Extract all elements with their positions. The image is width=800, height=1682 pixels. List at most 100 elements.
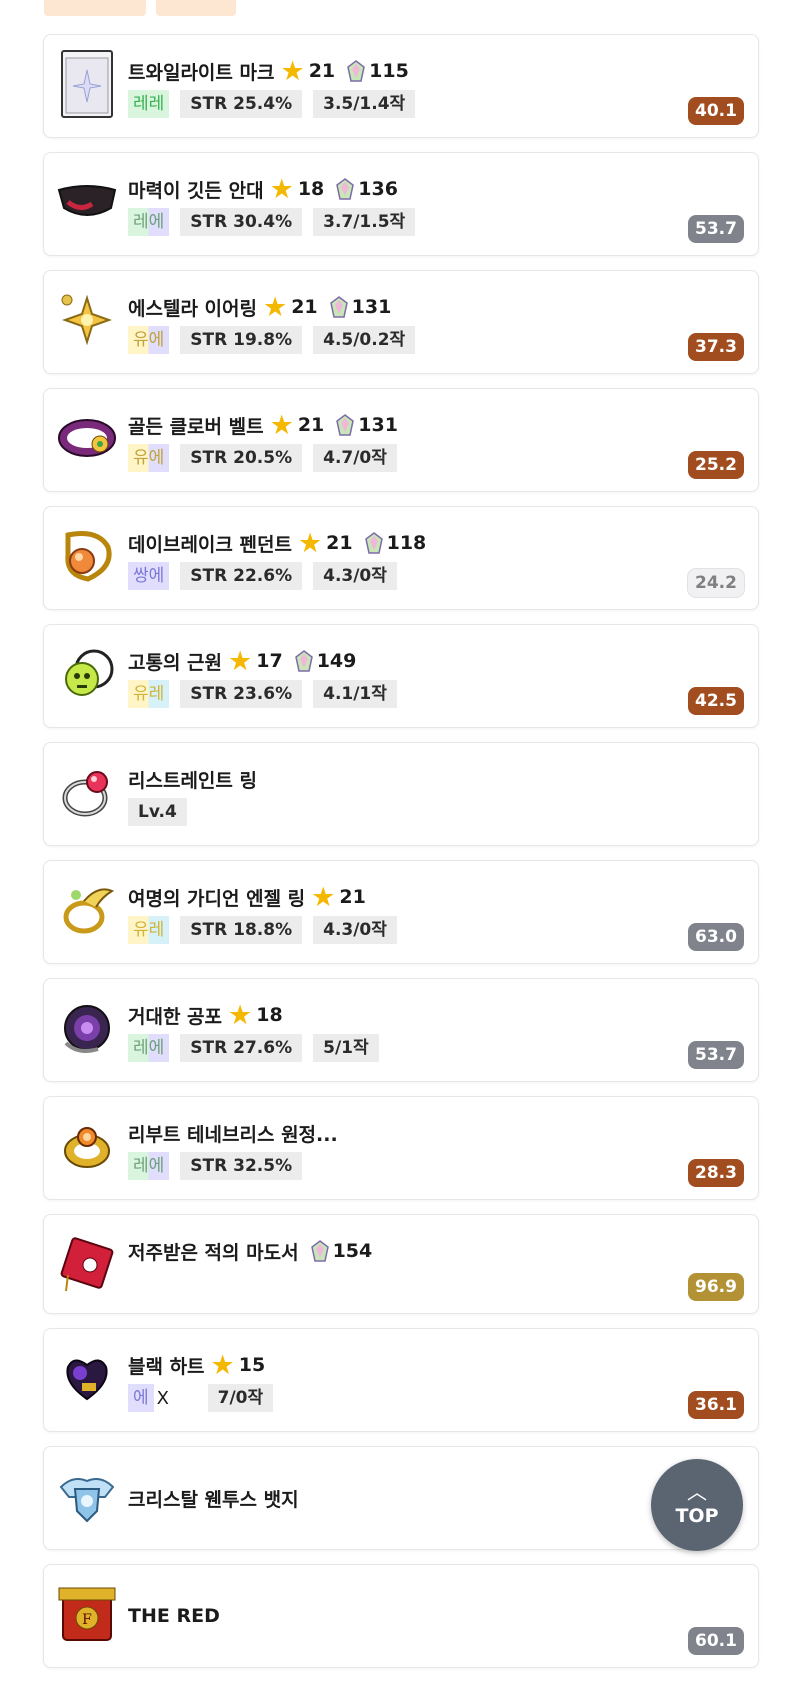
- score-badge: 28.3: [688, 1159, 744, 1187]
- potential-grade-badge: 레에: [128, 1034, 170, 1062]
- equipment-card[interactable]: 리부트 테네브리스 원정... 레에 STR 32.5% 28.3: [43, 1096, 759, 1200]
- svg-text:F: F: [82, 1612, 92, 1628]
- equipment-card[interactable]: 고통의 근원 ★ 17 149 유레 STR 23.6% 4.1/1작 42.5: [43, 624, 759, 728]
- cursed-spellbook-icon: [56, 1233, 118, 1295]
- tab-partial[interactable]: [156, 0, 236, 16]
- item-tag-row: 유에 STR 19.8% 4.5/0.2작: [128, 326, 416, 354]
- score-badge: 53.7: [688, 1041, 744, 1069]
- restraint-ring-icon: [56, 761, 118, 823]
- item-tag-row: 레레 STR 25.4% 3.5/1.4작: [128, 90, 416, 118]
- potential-grade-badge: 유에: [128, 444, 170, 472]
- stat-tag: STR 27.6%: [180, 1034, 303, 1062]
- tab-partial[interactable]: [44, 0, 146, 16]
- potential-grade-badge: 레레: [128, 90, 170, 118]
- level-tag: Lv.4: [128, 798, 187, 826]
- potential-grade-badge: 유레: [128, 680, 170, 708]
- star-icon: ★: [280, 55, 305, 87]
- star-icon: ★: [228, 645, 253, 677]
- equipment-card[interactable]: F THE RED 60.1: [43, 1564, 759, 1668]
- item-tag-row: 유레 STR 18.8% 4.3/0작: [128, 916, 397, 944]
- potential-grade-badge: 유에: [128, 326, 170, 354]
- item-tag-row: Lv.4: [128, 798, 187, 826]
- potential-grade-badge: 쌍에: [128, 562, 170, 590]
- star-icon: ★: [269, 173, 294, 205]
- potential-grade-badge: 유레: [128, 916, 170, 944]
- scroll-tag: 4.5/0.2작: [313, 326, 416, 354]
- starforce-count: 17: [256, 650, 283, 672]
- starforce-count: 21: [339, 886, 366, 908]
- star-icon: ★: [228, 999, 253, 1031]
- item-name: 저주받은 적의 마도서: [128, 1241, 299, 1264]
- item-name: 에스텔라 이어링: [128, 297, 257, 320]
- equipment-card[interactable]: 에스텔라 이어링 ★ 21 131 유에 STR 19.8% 4.5/0.2작 …: [43, 270, 759, 374]
- the-red-icon: F: [56, 1583, 118, 1645]
- starforce-count: 18: [256, 1004, 283, 1026]
- equipment-card[interactable]: 여명의 가디언 엔젤 링 ★ 21 유레 STR 18.8% 4.3/0작 63…: [43, 860, 759, 964]
- stat-tag: STR 23.6%: [180, 680, 303, 708]
- scroll-tag: 5/1작: [313, 1034, 379, 1062]
- score-badge: 96.9: [688, 1273, 744, 1301]
- item-name: THE RED: [128, 1605, 220, 1627]
- score-badge: 42.5: [688, 687, 744, 715]
- star-icon: ★: [311, 881, 336, 913]
- item-name-row: 블랙 하트 ★ 15: [128, 1349, 265, 1381]
- gem-count: 131: [358, 414, 398, 436]
- equipment-card[interactable]: 거대한 공포 ★ 18 레에 STR 27.6% 5/1작 53.7: [43, 978, 759, 1082]
- score-badge: 24.2: [688, 569, 744, 597]
- equipment-card[interactable]: 골든 클로버 벨트 ★ 21 131 유에 STR 20.5% 4.7/0작 2…: [43, 388, 759, 492]
- equipment-card[interactable]: 데이브레이크 펜던트 ★ 21 118 쌍에 STR 22.6% 4.3/0작 …: [43, 506, 759, 610]
- starforce-count: 15: [238, 1354, 266, 1376]
- gem-icon: [294, 650, 313, 672]
- starforce-count: 21: [291, 296, 318, 318]
- item-name-row: 마력이 깃든 안대 ★ 18 136: [128, 173, 398, 205]
- score-badge: 40.1: [688, 97, 744, 125]
- equipment-card[interactable]: 리스트레인트 링 Lv.4: [43, 742, 759, 846]
- gem-count: 149: [316, 650, 357, 672]
- gem-icon: [336, 178, 355, 200]
- potential-grade-badge: 레에: [128, 208, 170, 236]
- scroll-tag: 4.3/0작: [313, 562, 397, 590]
- black-heart-icon: [56, 1347, 118, 1409]
- item-name-row: 여명의 가디언 엔젤 링 ★ 21: [128, 881, 366, 913]
- starforce-count: 21: [297, 414, 325, 436]
- gem-count: 131: [351, 296, 392, 318]
- star-icon: ★: [297, 527, 323, 559]
- equipment-card[interactable]: 블랙 하트 ★ 15 에 X 7/0작 36.1: [43, 1328, 759, 1432]
- scroll-tag: 4.3/0작: [313, 916, 397, 944]
- item-tag-row: 에 X 7/0작: [128, 1384, 274, 1412]
- equipment-card[interactable]: 마력이 깃든 안대 ★ 18 136 레에 STR 30.4% 3.7/1.5작…: [43, 152, 759, 256]
- scroll-tag: 3.5/1.4작: [313, 90, 416, 118]
- gem-icon: [347, 60, 365, 82]
- item-name: 크리스탈 웬투스 뱃지: [128, 1488, 299, 1511]
- equipment-card[interactable]: 트와일라이트 마크 ★ 21 115 레레 STR 25.4% 3.5/1.4작…: [43, 34, 759, 138]
- scroll-tag: 4.1/1작: [313, 680, 397, 708]
- item-name-row: 거대한 공포 ★ 18: [128, 999, 283, 1031]
- item-name-row: 에스텔라 이어링 ★ 21 131: [128, 291, 391, 323]
- scroll-top-button[interactable]: ︿ TOP: [651, 1459, 743, 1551]
- score-badge: 53.7: [688, 215, 744, 243]
- item-name-row: 저주받은 적의 마도서 154: [128, 1235, 372, 1267]
- item-name-row: THE RED: [128, 1600, 220, 1632]
- item-name: 리부트 테네브리스 원정...: [128, 1123, 338, 1146]
- star-icon: ★: [262, 291, 288, 323]
- score-badge: 63.0: [688, 923, 744, 951]
- equipment-card[interactable]: 저주받은 적의 마도서 154 96.9: [43, 1214, 759, 1314]
- item-name: 여명의 가디언 엔젤 링: [128, 887, 306, 910]
- golden-clover-belt-icon: [56, 407, 118, 469]
- item-name: 블랙 하트: [128, 1355, 205, 1378]
- score-badge: 37.3: [688, 333, 744, 361]
- potential-grade-badge: 에: [128, 1384, 154, 1412]
- stat-tag: STR 25.4%: [180, 90, 303, 118]
- scroll-tag: 3.7/1.5작: [313, 208, 416, 236]
- scroll-tag: 4.7/0작: [313, 444, 397, 472]
- scroll-top-label: TOP: [675, 1505, 719, 1527]
- item-name: 고통의 근원: [128, 651, 223, 674]
- stat-tag: STR 20.5%: [180, 444, 303, 472]
- item-name: 데이브레이크 펜던트: [128, 533, 292, 556]
- stat-tag: STR 22.6%: [180, 562, 303, 590]
- star-icon: ★: [269, 409, 294, 441]
- item-tag-row: 레에 STR 32.5%: [128, 1152, 303, 1180]
- item-tag-row: 레에 STR 30.4% 3.7/1.5작: [128, 208, 416, 236]
- starforce-count: 18: [297, 178, 325, 200]
- item-tag-row: 쌍에 STR 22.6% 4.3/0작: [128, 562, 397, 590]
